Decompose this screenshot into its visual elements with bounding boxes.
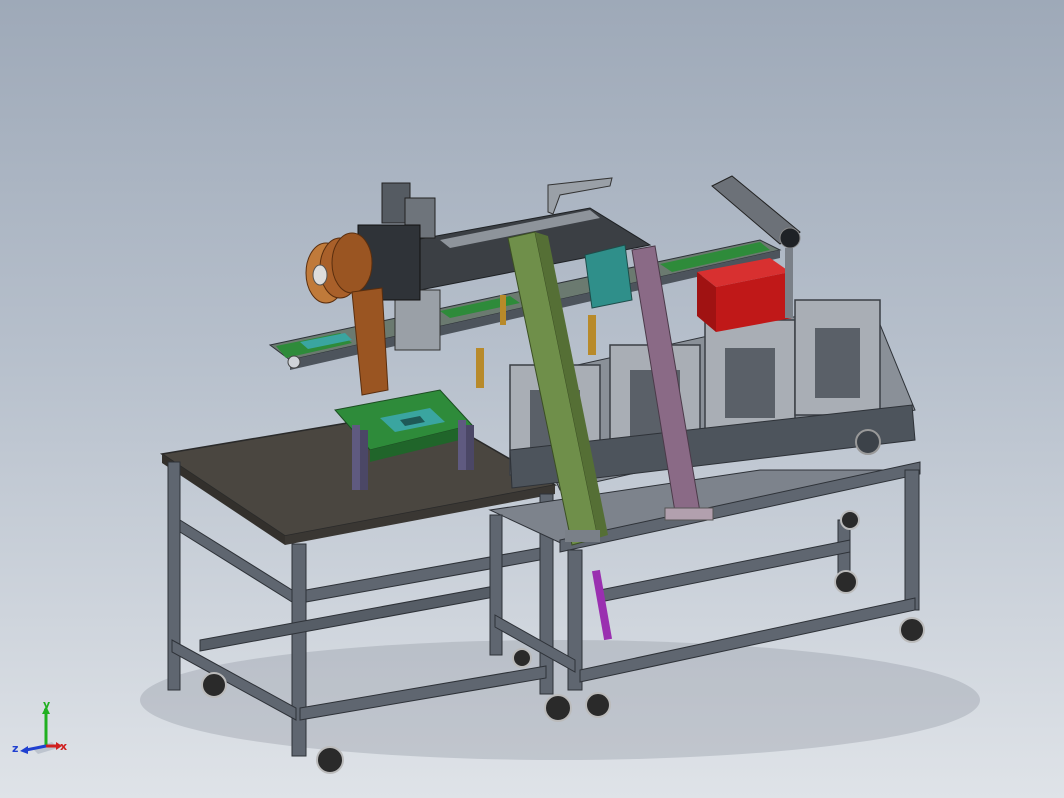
triad-z-arrow	[20, 746, 28, 754]
pneumatic-cylinder	[591, 569, 613, 641]
spool-hub	[312, 264, 328, 286]
spool-disc	[331, 232, 373, 294]
front-conveyor-leg	[458, 420, 466, 470]
right-frame-leg	[904, 469, 920, 611]
teal-slide-block	[584, 244, 633, 309]
triad-x-label: x	[60, 740, 67, 753]
front-conveyor-leg	[352, 425, 360, 490]
sensor-bracket	[476, 348, 484, 388]
top-bracket	[547, 177, 613, 215]
triad-z-label: z	[12, 742, 18, 755]
sensor-bracket	[500, 295, 506, 325]
left-table-leg	[291, 543, 307, 757]
left-table-rail	[305, 547, 541, 603]
front-conveyor-leg	[360, 430, 368, 490]
actuator-support	[785, 248, 793, 318]
olive-column-foot	[565, 530, 600, 542]
caster-wheel	[585, 692, 611, 718]
machine-assembly-model[interactable]	[0, 0, 1064, 798]
caster-wheel	[840, 510, 860, 530]
left-table-rail	[199, 584, 501, 652]
module-window	[725, 348, 775, 418]
right-frame-rail	[599, 539, 851, 603]
coordinate-triad: y x z	[12, 700, 67, 755]
sensor-bracket	[588, 315, 596, 355]
cad-viewport[interactable]: y x z	[0, 0, 1064, 798]
caster-wheel	[899, 617, 925, 643]
mauve-column-foot	[664, 507, 714, 521]
right-frame-leg	[489, 514, 503, 656]
conveyor-roller	[287, 355, 301, 369]
front-conveyor-leg	[466, 425, 474, 470]
module-window	[815, 328, 860, 398]
triad-y-label: y	[43, 700, 50, 711]
copper-strip	[351, 287, 389, 396]
caster-wheel	[544, 694, 572, 722]
caster-wheel	[201, 672, 227, 698]
motor-flange	[855, 429, 881, 455]
caster-wheel	[316, 746, 344, 774]
actuator-motor	[779, 227, 801, 249]
caster-wheel	[512, 648, 532, 668]
caster-wheel	[834, 570, 858, 594]
